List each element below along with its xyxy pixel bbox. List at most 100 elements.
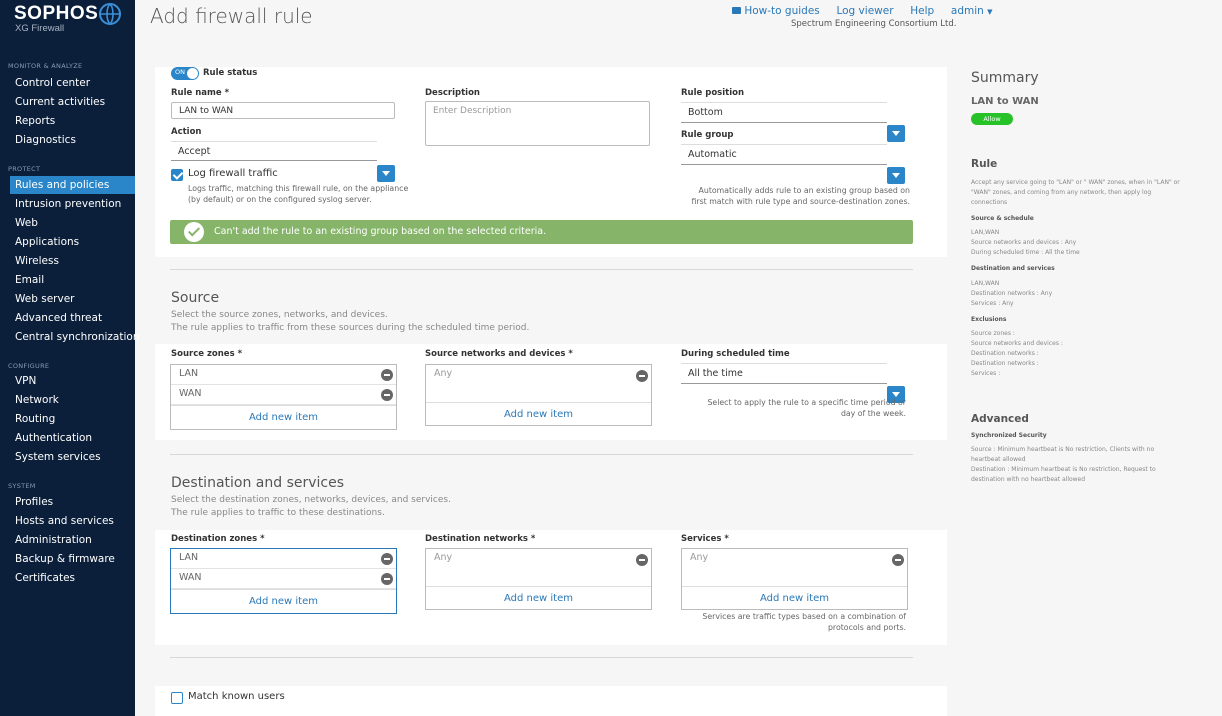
sidebar-item-certificates[interactable]: Certificates [15,572,75,584]
divider [170,454,913,455]
schedule-help: Select to apply the rule to a specific t… [707,398,906,418]
remove-icon[interactable] [381,369,393,381]
section-monitor: MONITOR & ANALYZE [8,62,83,70]
summary-sync-line: Destination : Minimum heartbeat is No re… [971,466,1156,483]
summary-sync-heading: Synchronized Security [971,432,1047,439]
source-networks-label: Source networks and devices * [425,349,573,359]
destination-desc-2: The rule applies to traffic to these des… [171,508,385,518]
admin-menu[interactable]: admin [951,5,984,17]
destination-zones-add-button[interactable]: Add new item [171,589,396,613]
list-item: LAN [171,365,396,385]
list-item: Any [426,549,651,569]
sidebar-item-rules-and-policies[interactable]: Rules and policies [10,176,135,194]
rule-position-select[interactable]: Bottom [681,102,887,123]
section-system: SYSTEM [8,482,36,490]
summary-exclusion-line: Destination networks : [971,360,1039,367]
status-badge: Allow [971,113,1013,125]
destination-network-any: Any [434,552,453,563]
sidebar-item-applications[interactable]: Applications [15,236,79,248]
source-networks-add-button[interactable]: Add new item [426,402,651,425]
sidebar-item-central-synchronization[interactable]: Central synchronization [15,331,139,343]
rule-status-toggle[interactable]: ON [171,67,199,80]
summary-exclusion-line: Services : [971,370,1001,377]
section-configure: CONFIGURE [8,362,50,370]
section-protect: PROTECT [8,165,41,173]
destination-zone-wan: WAN [179,572,202,583]
sidebar-item-routing[interactable]: Routing [15,413,55,425]
services-add-button[interactable]: Add new item [682,586,907,609]
howto-guides-link[interactable]: How-to guides [744,5,819,17]
destination-title: Destination and services [171,475,345,491]
sidebar-item-email[interactable]: Email [15,274,44,286]
remove-icon[interactable] [636,554,648,566]
log-traffic-checkbox[interactable] [171,169,183,181]
remove-icon[interactable] [381,573,393,585]
summary-rule-text: Accept any service going to "LAN" or " W… [971,179,1180,206]
remove-icon[interactable] [381,553,393,565]
action-label: Action [171,127,202,137]
sidebar-item-system-services[interactable]: System services [15,451,101,463]
source-desc-2: The rule applies to traffic from these s… [171,323,530,333]
chevron-down-icon[interactable]: ▼ [987,8,992,16]
summary-exclusion-line: Source zones : [971,330,1015,337]
list-item: LAN [171,549,396,569]
summary-exclusion-line: Source networks and devices : [971,340,1063,347]
log-viewer-link[interactable]: Log viewer [836,5,893,17]
sidebar-item-network[interactable]: Network [15,394,59,406]
sidebar-item-advanced-threat[interactable]: Advanced threat [15,312,102,324]
list-item: WAN [171,569,396,589]
summary-destination-heading: Destination and services [971,265,1055,272]
source-title: Source [171,290,220,306]
destination-zones-label: Destination zones * [171,534,265,544]
services-list: Any Add new item [681,548,908,610]
sidebar-item-diagnostics[interactable]: Diagnostics [15,134,76,146]
source-desc-1: Select the source zones, networks, and d… [171,310,388,320]
divider [170,269,913,270]
sidebar-item-web[interactable]: Web [15,217,38,229]
summary-rule-name: LAN to WAN [971,96,1039,107]
video-icon[interactable] [732,7,741,14]
destination-networks-add-button[interactable]: Add new item [426,586,651,609]
sidebar-item-web-server[interactable]: Web server [15,293,74,305]
org-name: Spectrum Engineering Consortium Ltd. [791,19,957,29]
description-textarea[interactable]: Enter Description [425,101,650,146]
match-users-checkbox[interactable] [171,692,183,704]
source-zones-add-button[interactable]: Add new item [171,405,396,429]
help-link[interactable]: Help [910,5,934,17]
toggle-knob [187,68,198,79]
schedule-label: During scheduled time [681,349,790,359]
remove-icon[interactable] [381,389,393,401]
sidebar-item-vpn[interactable]: VPN [15,375,36,387]
sidebar-item-current-activities[interactable]: Current activities [15,96,105,108]
remove-icon[interactable] [892,554,904,566]
sidebar-item-wireless[interactable]: Wireless [15,255,59,267]
services-label: Services * [681,534,729,544]
source-zone-lan: LAN [179,368,199,379]
sidebar-item-hosts-and-services[interactable]: Hosts and services [15,515,114,527]
sidebar-item-administration[interactable]: Administration [15,534,92,546]
globe-icon [99,3,121,25]
rule-name-input[interactable]: LAN to WAN [171,102,395,119]
divider [170,657,913,658]
sidebar-item-reports[interactable]: Reports [15,115,55,127]
list-item: Any [682,549,907,569]
summary-exclusions-heading: Exclusions [971,316,1007,323]
action-dropdown-button[interactable] [377,165,395,182]
sidebar-item-backup-firmware[interactable]: Backup & firmware [15,553,115,565]
sidebar-item-authentication[interactable]: Authentication [15,432,92,444]
rule-group-select[interactable]: Automatic [681,144,887,165]
sidebar-item-profiles[interactable]: Profiles [15,496,53,508]
summary-destination-line: Services : Any [971,300,1014,307]
source-zone-wan: WAN [179,388,202,399]
rule-position-dropdown-button[interactable] [887,125,905,142]
schedule-select[interactable]: All the time [681,363,887,384]
remove-icon[interactable] [636,370,648,382]
action-select[interactable]: Accept [171,141,377,161]
sidebar-item-control-center[interactable]: Control center [15,77,90,89]
brand-name: SOPHOS [14,3,99,24]
rule-group-dropdown-button[interactable] [887,167,905,184]
sidebar-item-intrusion-prevention[interactable]: Intrusion prevention [15,198,121,210]
summary-advanced-heading: Advanced [971,413,1029,425]
destination-zone-lan: LAN [179,552,199,563]
sophos-logo[interactable]: SOPHOS XG Firewall [14,3,98,34]
